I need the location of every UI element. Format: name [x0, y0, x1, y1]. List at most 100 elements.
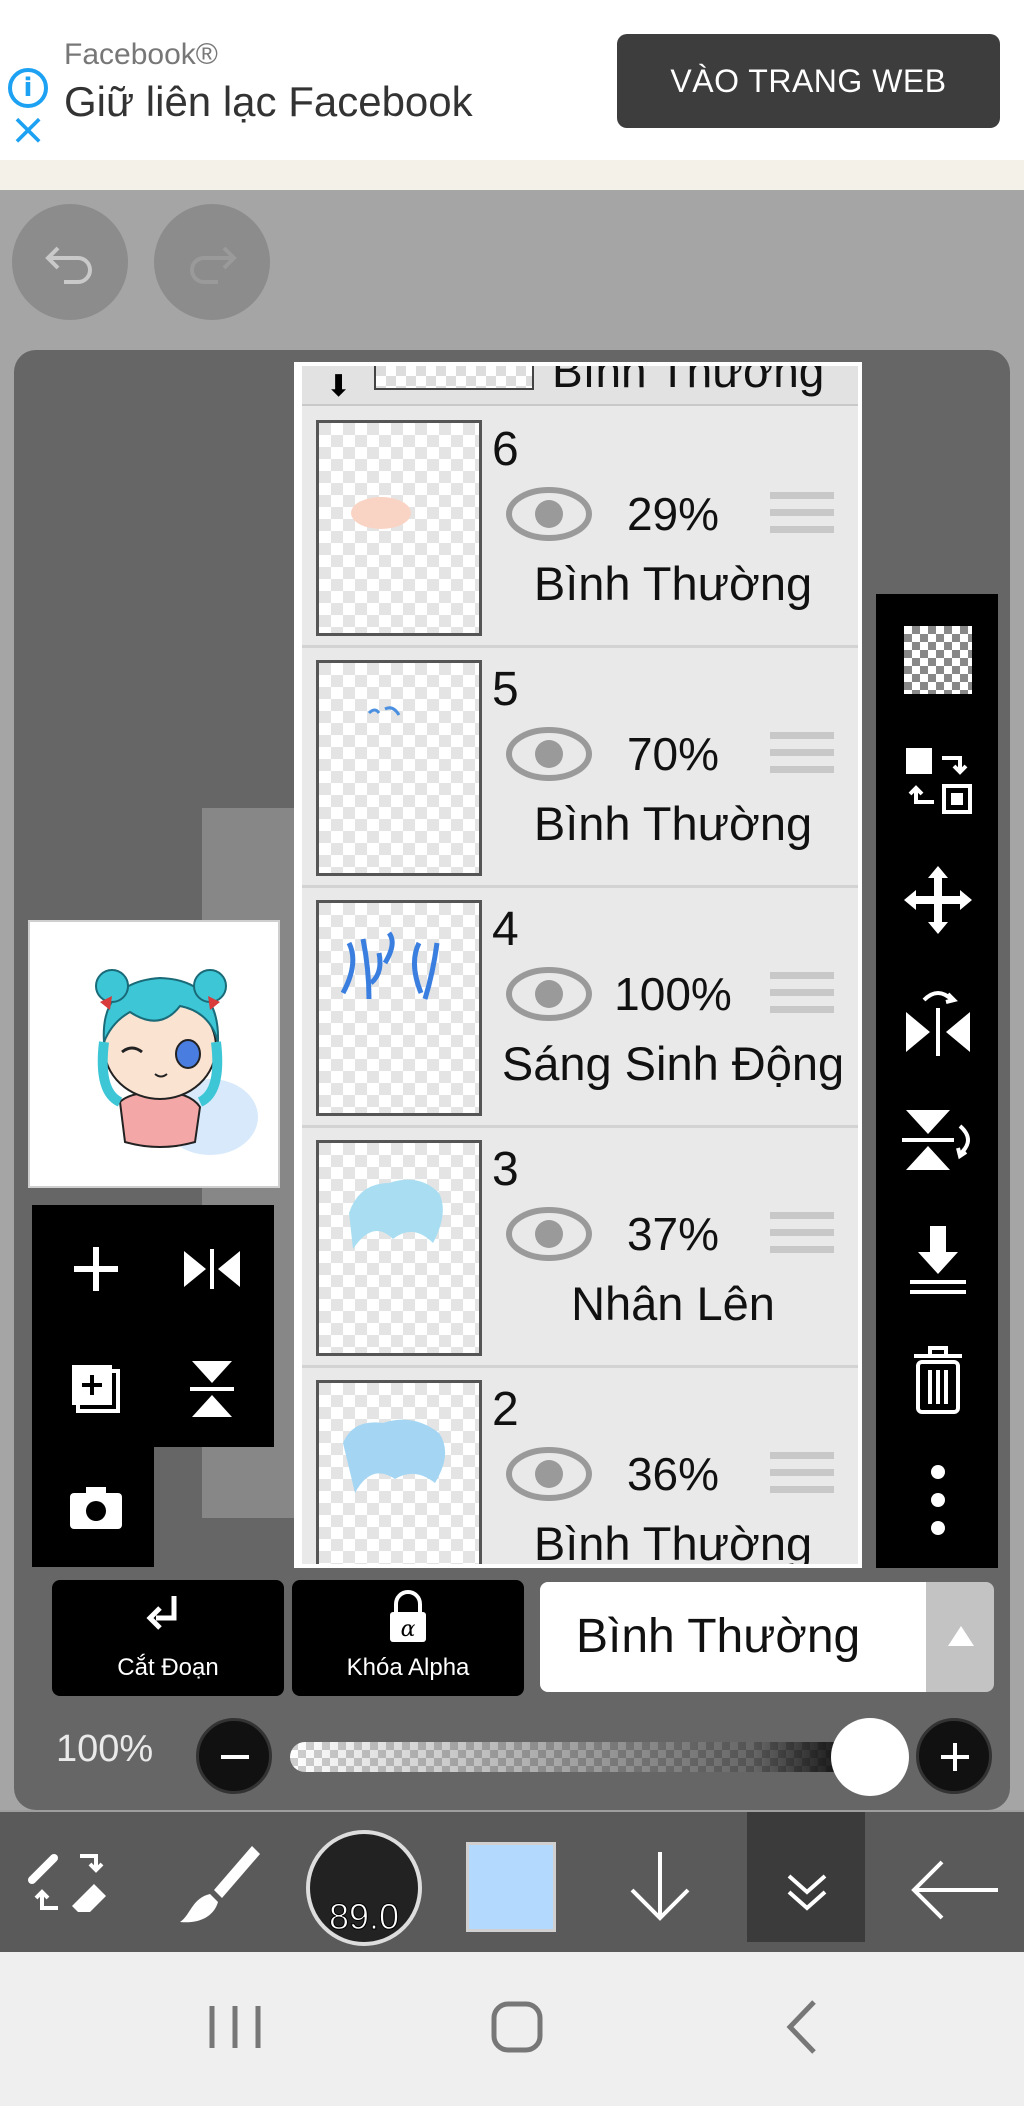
plus-icon [74, 1247, 118, 1291]
layer-opacity: 70% [626, 728, 720, 780]
clipping-label: Cắt Đoạn [117, 1654, 219, 1681]
layer-blend-mode: Bình Thường [533, 557, 813, 610]
tool-switch-button[interactable] [20, 1812, 120, 1952]
info-icon[interactable]: i [8, 68, 48, 108]
canvas-thumbnail[interactable] [28, 920, 280, 1188]
eye-icon[interactable] [506, 966, 592, 1022]
layer-row[interactable]: 2 36% Bình Thường [302, 1370, 858, 1564]
eye-icon[interactable] [506, 1206, 592, 1262]
layer-number: 5 [492, 663, 519, 716]
more-vertical-icon [931, 1465, 945, 1535]
layer-number: 4 [492, 903, 519, 956]
system-nav-bar [0, 1952, 1024, 2106]
layer-row[interactable]: 4 100% Sáng Sinh Động [302, 890, 858, 1128]
ad-brand: Facebook® [64, 38, 218, 71]
move-button[interactable] [896, 858, 980, 942]
drag-handle-icon[interactable] [770, 732, 834, 784]
flip-horizontal-button[interactable] [162, 1219, 262, 1319]
layer-blend-mode: Bình Thường [552, 362, 825, 397]
camera-button[interactable] [46, 1457, 146, 1557]
arrow-down-icon [630, 1852, 690, 1921]
recent-apps-icon[interactable] [200, 1992, 270, 2062]
more-options-button[interactable] [896, 1458, 980, 1542]
clip-arrow-icon [146, 1596, 177, 1630]
layer-opacity: 29% [626, 488, 720, 540]
layer-row[interactable]: 6 29% Bình Thường [302, 410, 858, 648]
opacity-slider[interactable] [290, 1742, 870, 1772]
redo-button[interactable] [154, 204, 270, 320]
clipping-button[interactable]: Cắt Đoạn [52, 1580, 284, 1696]
down-arrow-icon: ⬇ [326, 370, 352, 403]
camera-icon [70, 1487, 122, 1529]
move-icon [904, 866, 972, 934]
eye-icon[interactable] [506, 726, 592, 782]
layer-thumbnail [316, 660, 482, 876]
layer-row[interactable]: 5 70% Bình Thường [302, 650, 858, 888]
layers-list[interactable]: ⬇ Bình Thường 6 29% Bình Thường 5 70% Bì… [294, 362, 862, 1568]
blend-mode-select[interactable]: Bình Thường [540, 1582, 926, 1692]
back-button[interactable] [900, 1812, 1010, 1952]
layer-row[interactable]: 3 37% Nhân Lên [302, 1130, 858, 1368]
lock-alpha-icon: α [390, 1590, 426, 1642]
layer-opacity: 100% [614, 968, 732, 1020]
layer-number: 6 [492, 423, 519, 476]
flip-vertical-button[interactable] [162, 1339, 262, 1439]
opacity-increase-button[interactable] [916, 1718, 992, 1794]
layer-thumbnail [316, 420, 482, 636]
flip-layer-horizontal-button[interactable] [896, 978, 980, 1062]
back-nav-icon[interactable] [768, 1992, 838, 2062]
layer-opacity: 37% [626, 1208, 720, 1260]
layer-blend-mode: Sáng Sinh Động [501, 1037, 845, 1090]
layer-actions-bar [876, 594, 998, 1568]
minus-icon [221, 1755, 249, 1759]
undo-button[interactable] [12, 204, 128, 320]
camera-tool-box [32, 1447, 154, 1567]
brush-size-button[interactable]: 89.0 [306, 1830, 422, 1946]
checkerboard-icon [904, 626, 972, 694]
drag-handle-icon[interactable] [770, 1452, 834, 1504]
layer-blend-mode: Nhân Lên [571, 1277, 775, 1330]
duplicate-layer-icon [72, 1365, 120, 1413]
brush-size-value: 89.0 [328, 1896, 400, 1938]
drag-handle-icon[interactable] [770, 1212, 834, 1264]
layer-number: 2 [492, 1383, 519, 1436]
drag-handle-icon[interactable] [770, 492, 834, 544]
delete-layer-button[interactable] [896, 1338, 980, 1422]
opacity-slider-handle[interactable] [831, 1718, 909, 1796]
transparency-button[interactable] [896, 618, 980, 702]
swap-icon [906, 748, 972, 814]
flip-vertical-icon [902, 1110, 970, 1170]
color-picker-button[interactable] [466, 1842, 556, 1932]
merge-down-icon [910, 1226, 966, 1294]
double-chevron-down-icon [787, 1874, 827, 1911]
paintbrush-icon [180, 1846, 260, 1923]
opacity-decrease-button[interactable] [196, 1718, 272, 1794]
opacity-value: 100% [56, 1728, 154, 1770]
drag-handle-icon[interactable] [770, 972, 834, 1024]
visit-website-button[interactable]: VÀO TRANG WEB [617, 34, 1000, 128]
brush-tool-button[interactable] [166, 1812, 266, 1952]
flip-vertical-icon [190, 1361, 234, 1417]
collapse-panel-button[interactable] [747, 1812, 865, 1942]
layer-thumbnail [374, 366, 534, 390]
layer-partial[interactable]: ⬇ Bình Thường [302, 366, 858, 406]
merge-down-button[interactable] [896, 1218, 980, 1302]
flip-layer-vertical-button[interactable] [896, 1098, 980, 1182]
move-down-button[interactable] [614, 1812, 704, 1952]
add-layer-button[interactable] [46, 1219, 146, 1319]
blend-mode-dropdown-button[interactable] [926, 1582, 994, 1692]
alpha-lock-button[interactable]: α Khóa Alpha [292, 1580, 524, 1696]
layer-thumbnail [316, 1380, 482, 1564]
home-icon[interactable] [482, 1992, 552, 2062]
bottom-toolbar: 89.0 [0, 1812, 1024, 1952]
flip-horizontal-icon [184, 1249, 240, 1289]
swap-layers-button[interactable] [896, 738, 980, 822]
add-layer-copy-button[interactable] [46, 1339, 146, 1439]
svg-text:α: α [401, 1617, 416, 1642]
close-icon[interactable]: × [8, 108, 48, 152]
eye-icon[interactable] [506, 1446, 592, 1502]
undo-icon [45, 246, 92, 284]
alpha-lock-label: Khóa Alpha [346, 1654, 470, 1681]
ad-headline: Giữ liên lạc Facebook [64, 78, 473, 125]
eye-icon[interactable] [506, 486, 592, 542]
